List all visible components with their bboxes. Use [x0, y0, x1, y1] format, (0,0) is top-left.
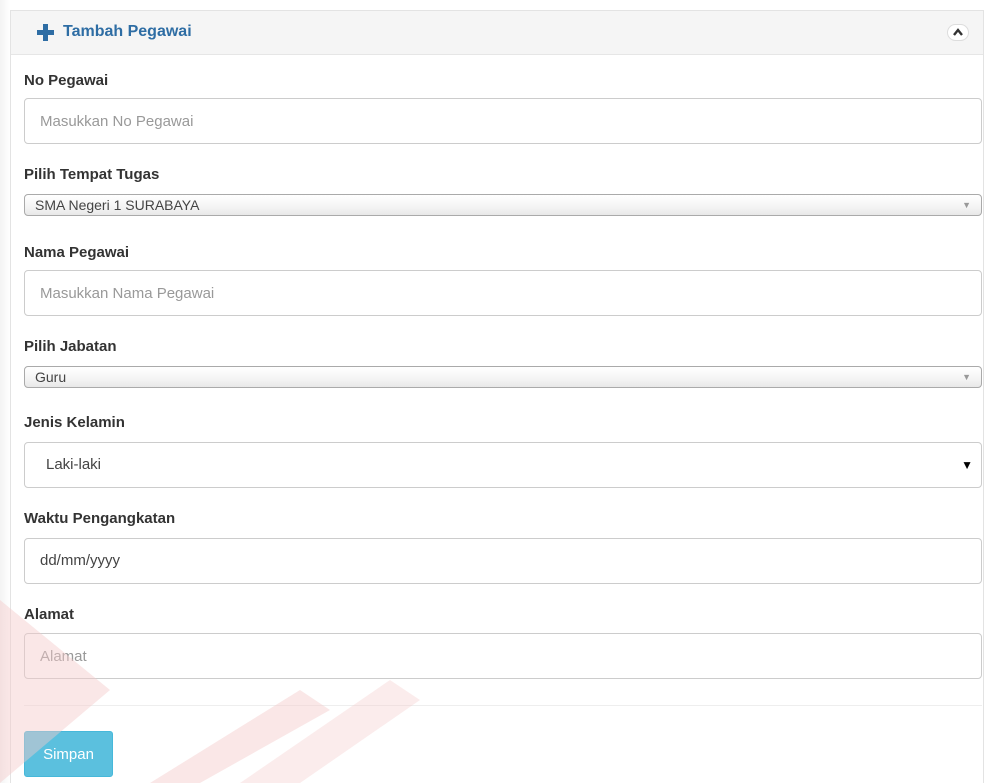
jabatan-select[interactable]: Guru ▼ [24, 366, 982, 388]
jabatan-label: Pilih Jabatan [24, 338, 117, 355]
no-pegawai-input[interactable] [24, 98, 982, 144]
jenis-kelamin-label: Jenis Kelamin [24, 414, 125, 431]
form-divider [24, 705, 982, 706]
jabatan-value: Guru [35, 369, 67, 385]
page: Tambah Pegawai No Pegawai Pilih Tempat T… [0, 0, 987, 783]
dropdown-arrow-icon: ▼ [962, 372, 971, 382]
date-value: dd/mm/yyyy [40, 552, 121, 569]
panel-title: Tambah Pegawai [63, 23, 192, 40]
waktu-pengangkatan-label: Waktu Pengangkatan [24, 510, 176, 527]
alamat-label: Alamat [24, 606, 75, 623]
jenis-kelamin-value: Laki-laki [46, 456, 102, 473]
left-shadow [0, 0, 10, 783]
tempat-tugas-label: Pilih Tempat Tugas [24, 166, 160, 183]
nama-pegawai-label: Nama Pegawai [24, 244, 130, 261]
waktu-pengangkatan-date-input[interactable]: dd/mm/yyyy [24, 538, 982, 584]
alamat-input[interactable] [24, 633, 982, 679]
save-button[interactable]: Simpan [24, 731, 113, 777]
tempat-tugas-select[interactable]: SMA Negeri 1 SURABAYA ▼ [24, 194, 982, 216]
collapse-button[interactable] [947, 24, 969, 41]
tempat-tugas-value: SMA Negeri 1 SURABAYA [35, 197, 200, 213]
nama-pegawai-input[interactable] [24, 270, 982, 316]
panel-header: Tambah Pegawai [11, 11, 983, 55]
chevron-up-icon [953, 28, 963, 36]
jenis-kelamin-select[interactable]: Laki-laki ▼ [24, 442, 982, 488]
plus-icon [37, 24, 54, 41]
add-employee-panel: Tambah Pegawai No Pegawai Pilih Tempat T… [10, 10, 984, 783]
no-pegawai-label: No Pegawai [24, 72, 109, 89]
dropdown-arrow-icon: ▼ [961, 458, 973, 472]
dropdown-arrow-icon: ▼ [962, 200, 971, 210]
